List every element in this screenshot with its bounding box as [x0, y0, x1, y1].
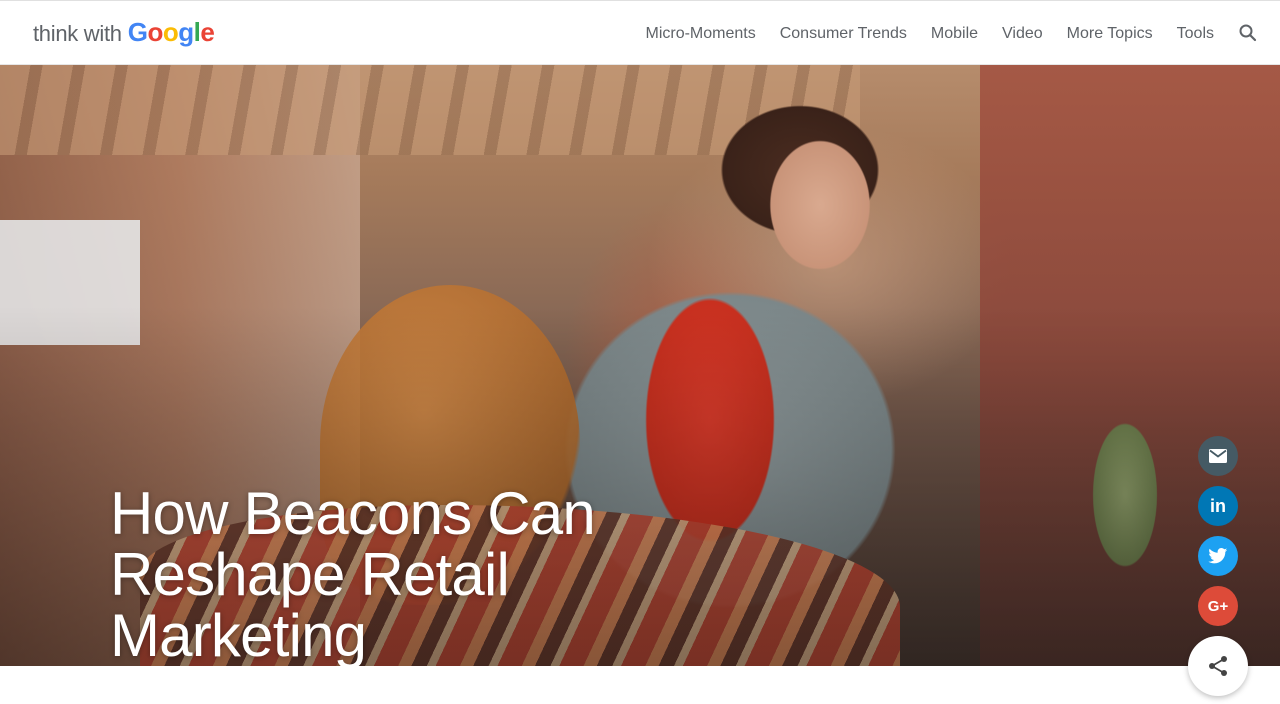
share-toggle-button[interactable] [1188, 636, 1248, 696]
nav-link-more-topics[interactable]: More Topics [1067, 25, 1153, 43]
logo-prefix: think with [33, 21, 122, 46]
email-icon [1209, 449, 1227, 463]
logo-letter: o [162, 17, 179, 47]
nav-link-micro-moments[interactable]: Micro-Moments [645, 25, 755, 43]
nav-link-tools[interactable]: Tools [1177, 25, 1214, 43]
nav-link-consumer-trends[interactable]: Consumer Trends [780, 25, 907, 43]
logo-letter: o [147, 17, 163, 47]
twitter-share-button[interactable] [1198, 536, 1238, 576]
nav-link-video[interactable]: Video [1002, 25, 1043, 43]
linkedin-share-button[interactable]: in [1198, 486, 1238, 526]
search-icon[interactable] [1238, 23, 1258, 43]
think-with-google-logo[interactable]: think with Google [33, 17, 215, 49]
logo-letter: g [178, 17, 194, 47]
article-title-line: Marketing [110, 602, 367, 666]
logo-letter: G [127, 17, 148, 47]
site-header: think with Google Micro-Moments Consumer… [0, 0, 1280, 65]
logo-brand: Google [128, 17, 215, 48]
article-title: How Beacons Can Reshape Retail Marketing [110, 483, 670, 666]
share-icon [1209, 656, 1227, 676]
nav-link-mobile[interactable]: Mobile [931, 25, 978, 43]
twitter-icon [1208, 548, 1228, 564]
article-title-line: Reshape Retail [110, 541, 510, 608]
linkedin-icon: in [1210, 495, 1226, 516]
email-share-button[interactable] [1198, 436, 1238, 476]
google-plus-icon: G+ [1207, 597, 1229, 615]
hero-banner: How Beacons Can Reshape Retail Marketing [0, 65, 1280, 666]
google-plus-share-button[interactable]: G+ [1198, 586, 1238, 626]
article-title-line: How Beacons Can [110, 480, 596, 547]
main-nav: Micro-Moments Consumer Trends Mobile Vid… [645, 1, 1214, 66]
logo-letter: e [200, 17, 215, 47]
